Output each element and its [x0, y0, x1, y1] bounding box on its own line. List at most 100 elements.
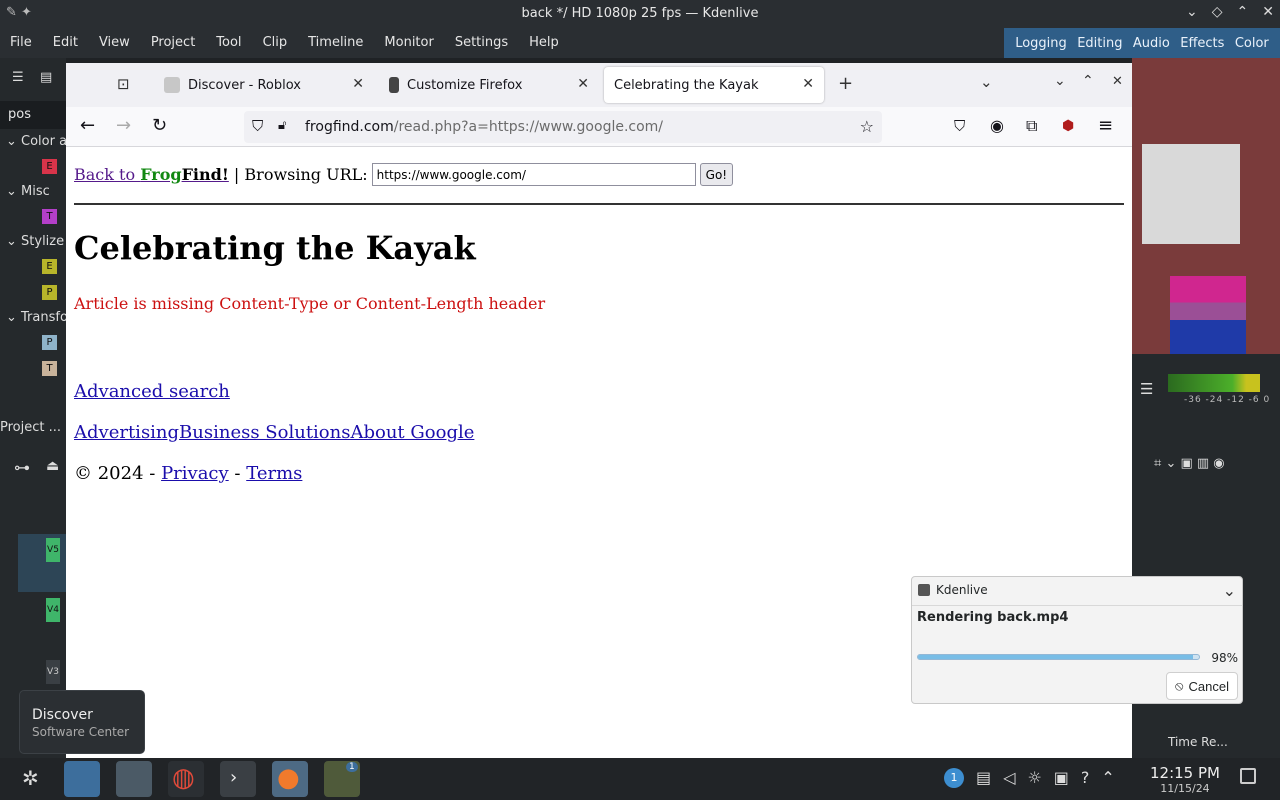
tree-view-icon[interactable]: ▤ [40, 70, 52, 85]
close-icon[interactable]: ✕ [577, 76, 589, 92]
tray-expand-icon[interactable]: ⌃ [1101, 768, 1114, 788]
menu-tool[interactable]: Tool [216, 35, 241, 50]
browsing-url-input[interactable] [371, 163, 696, 186]
tab-celebrating-the-kayak[interactable]: Celebrating the Kayak ✕ [604, 67, 824, 103]
cancel-label: Cancel [1188, 678, 1229, 694]
account-icon[interactable]: ◉ [990, 116, 1004, 136]
mixer-icon[interactable]: ⊶ [14, 458, 30, 477]
url-bar[interactable]: ⛉ 🔓︎ frogfind.com/read.php?a=https://www… [244, 111, 882, 143]
workspace-color[interactable]: Color [1235, 36, 1269, 51]
keep-above-icon[interactable]: ◇ [1212, 4, 1223, 20]
menu-file[interactable]: File [10, 35, 32, 50]
discover-taskbar-icon[interactable] [64, 761, 100, 797]
go-button[interactable]: Go! [699, 163, 734, 186]
menu-timeline[interactable]: Timeline [308, 35, 363, 50]
chrome-taskbar-icon[interactable]: ◍ [168, 761, 204, 797]
terminal-taskbar-icon[interactable]: › [220, 761, 256, 797]
notification-count[interactable]: 1 [944, 768, 964, 788]
menu-settings[interactable]: Settings [455, 35, 508, 50]
tab-customize-firefox[interactable]: Customize Firefox ✕ [379, 67, 599, 103]
effect-group-misc[interactable]: ⌄ Misc [6, 184, 50, 199]
app-launcher-icon[interactable]: ✲ [22, 766, 39, 790]
divider [74, 203, 1124, 205]
lock-icon[interactable]: 🔓︎ [278, 118, 286, 133]
workspace-effects[interactable]: Effects [1180, 36, 1224, 51]
menu-project[interactable]: Project [151, 35, 195, 50]
maximize-icon[interactable]: ⌃ [1237, 4, 1249, 20]
forward-icon[interactable]: → [116, 116, 131, 136]
firefox-taskbar-icon[interactable]: ● [272, 761, 308, 797]
effects-panel: ☰ ▤ pos ⌄ Color a E ⌄ Misc T ⌄ Stylize E… [0, 58, 68, 758]
volume-muted-icon[interactable]: ◁ [1003, 768, 1015, 788]
menu-monitor[interactable]: Monitor [384, 35, 433, 50]
close-icon[interactable]: ✕ [1262, 4, 1274, 20]
list-tabs-icon[interactable]: ⌄ [980, 73, 993, 91]
effect-group-stylize[interactable]: ⌄ Stylize [6, 234, 64, 249]
eject-icon[interactable]: ⏏ [46, 458, 59, 474]
new-tab-icon[interactable]: + [838, 73, 853, 94]
menu-clip[interactable]: Clip [263, 35, 288, 50]
list-view-icon[interactable]: ☰ [12, 70, 24, 85]
back-to-frogfind-link[interactable]: Back to FrogFind! [74, 165, 229, 184]
shield-icon[interactable]: ⛉ [252, 117, 263, 135]
file-manager-taskbar-icon[interactable] [116, 761, 152, 797]
kdenlive-taskbar-icon[interactable]: 1 [324, 761, 360, 797]
save-icon[interactable]: ▣ [1054, 768, 1069, 788]
clock[interactable]: 12:15 PM 11/15/24 [1150, 764, 1220, 795]
browsing-url-label: Browsing URL: [244, 165, 368, 184]
brightness-icon[interactable]: ☼ [1027, 768, 1041, 788]
chevron-down-icon[interactable]: ⌄ [1186, 4, 1198, 20]
effect-group-transform[interactable]: ⌄ Transfo [6, 310, 68, 325]
maximize-icon[interactable]: ⌃ [1082, 73, 1094, 89]
hamburger-menu-icon[interactable]: ≡ [1098, 116, 1113, 136]
ublock-icon[interactable]: ⬢ [1062, 116, 1074, 136]
tab-discover-roblox[interactable]: Discover - Roblox ✕ [154, 67, 374, 103]
effect-badge: P [42, 285, 57, 300]
tooltip-title: Discover [32, 707, 93, 723]
workspace-logging[interactable]: Logging [1015, 36, 1067, 51]
project-bin-tab[interactable]: Project ... [0, 420, 61, 435]
render-notification: Kdenlive ⌄ Rendering back.mp4 98% ⦸ Canc… [911, 576, 1243, 704]
back-icon[interactable]: ← [80, 116, 95, 136]
terms-link[interactable]: Terms [246, 463, 302, 484]
effect-group-color[interactable]: ⌄ Color a [6, 134, 67, 149]
taskbar-tooltip: Discover Software Center [19, 690, 145, 754]
extensions-icon[interactable]: ⧉ [1026, 116, 1037, 136]
time-remap-tab[interactable]: Time Re... [1168, 735, 1228, 749]
business-solutions-link[interactable]: Business Solutions [179, 422, 350, 443]
privacy-link[interactable]: Privacy [161, 463, 229, 484]
close-icon[interactable]: ✕ [1112, 74, 1123, 89]
advertising-link[interactable]: Advertising [74, 422, 179, 443]
project-monitor[interactable] [1132, 58, 1280, 354]
dash-text: - [228, 463, 247, 484]
clock-time: 12:15 PM [1150, 764, 1220, 782]
bookmark-star-icon[interactable]: ☆ [860, 117, 874, 136]
window-title: back */ HD 1080p 25 fps — Kdenlive [521, 6, 759, 21]
show-desktop-icon[interactable] [1240, 768, 1256, 784]
workspace-audio[interactable]: Audio [1133, 36, 1170, 51]
close-icon[interactable]: ✕ [352, 76, 364, 92]
menu-view[interactable]: View [99, 35, 130, 50]
separator: | [228, 165, 245, 184]
cancel-button[interactable]: ⦸ Cancel [1166, 672, 1238, 700]
pocket-icon[interactable]: ⛉ [954, 116, 965, 136]
track-label: V3 [46, 660, 60, 684]
menu-edit[interactable]: Edit [53, 35, 78, 50]
timeline-tools[interactable]: ⌗ ⌄ ▣ ▥ ◉ [1154, 456, 1225, 471]
clip-image [1142, 144, 1240, 244]
chevron-down-icon[interactable]: ⌄ [1223, 581, 1236, 600]
menu-icon[interactable]: ☰ [1140, 380, 1153, 398]
workspace-switcher: Logging Editing Audio Effects Color [1004, 28, 1280, 58]
effects-search-input[interactable]: pos [0, 101, 66, 129]
audio-meter-labels: -36 -24 -12 -6 0 [1184, 395, 1271, 405]
clipboard-icon[interactable]: ▤ [976, 768, 991, 788]
help-icon[interactable]: ? [1081, 768, 1090, 788]
advanced-search-link[interactable]: Advanced search [74, 381, 230, 402]
reload-icon[interactable]: ↻ [152, 116, 167, 136]
menu-help[interactable]: Help [529, 35, 559, 50]
close-icon[interactable]: ✕ [802, 76, 814, 92]
minimize-icon[interactable]: ⌄ [1054, 73, 1066, 89]
about-google-link[interactable]: About Google [350, 422, 474, 443]
workspace-editing[interactable]: Editing [1077, 36, 1122, 51]
tab-overview-icon[interactable]: ⊡ [117, 75, 130, 93]
